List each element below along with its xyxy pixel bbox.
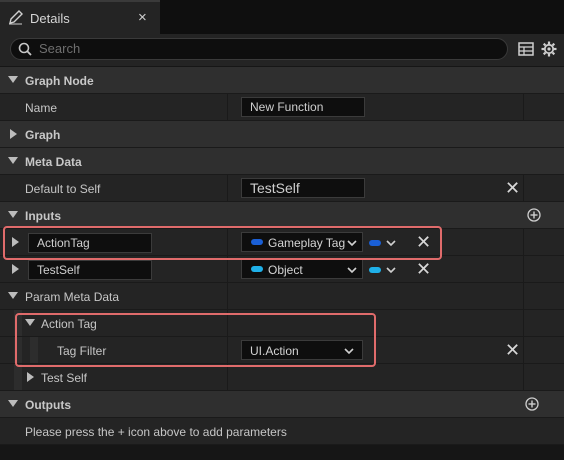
column-splitter[interactable] <box>227 94 228 120</box>
highlight-action-tag-meta <box>15 313 376 367</box>
category-inputs[interactable]: Inputs <box>0 202 564 229</box>
expand-arrow-icon <box>12 264 19 274</box>
column-splitter[interactable] <box>227 364 228 390</box>
category-graph[interactable]: Graph <box>0 121 564 148</box>
clear-icon[interactable]: ✕ <box>505 179 520 197</box>
tab-title: Details <box>30 11 70 26</box>
category-label: Meta Data <box>25 155 82 169</box>
name-field[interactable]: New Function <box>241 97 365 117</box>
chevron-down-icon[interactable] <box>386 265 396 275</box>
tab-close-icon[interactable]: × <box>138 9 147 26</box>
table-icon[interactable] <box>517 40 535 58</box>
pencil-icon <box>9 10 23 25</box>
indent-bar <box>14 364 22 390</box>
search-input[interactable]: Search <box>10 38 508 60</box>
row-name: Name New Function <box>0 94 564 121</box>
add-output-icon[interactable] <box>525 397 539 411</box>
type-pin-icon <box>251 266 263 272</box>
category-label: Graph Node <box>25 74 94 88</box>
name-label: Name <box>25 101 58 115</box>
param-type-label: Object <box>268 263 303 277</box>
category-outputs[interactable]: Outputs <box>0 391 564 418</box>
column-splitter-right <box>523 229 524 255</box>
column-splitter-right <box>523 283 524 309</box>
column-splitter-right <box>523 94 524 120</box>
collapse-arrow-icon <box>8 400 18 407</box>
highlight-action-tag-input <box>3 226 442 260</box>
input-param-row: TestSelf Object ✕ <box>0 256 564 283</box>
group-label: Test Self <box>41 371 88 385</box>
details-tab[interactable]: Details × <box>0 0 160 34</box>
clear-icon[interactable]: ✕ <box>505 341 520 359</box>
column-splitter-right <box>523 256 524 282</box>
column-splitter-right <box>523 310 524 336</box>
column-splitter-right <box>523 337 524 363</box>
expand-arrow-icon <box>10 129 17 139</box>
test-self-group[interactable]: Test Self <box>0 364 564 391</box>
column-splitter-right <box>523 364 524 390</box>
category-label: Outputs <box>25 398 71 412</box>
remove-param-icon[interactable]: ✕ <box>416 260 431 278</box>
column-splitter[interactable] <box>227 175 228 201</box>
category-label: Inputs <box>25 209 61 223</box>
chevron-down-icon <box>347 267 357 274</box>
panel-bottom <box>0 445 564 460</box>
category-graph-node[interactable]: Graph Node <box>0 67 564 94</box>
expand-arrow-icon <box>27 372 34 382</box>
collapse-arrow-icon <box>8 211 18 218</box>
container-type-icon[interactable] <box>369 267 381 273</box>
search-placeholder: Search <box>39 41 81 56</box>
row-default-to-self: Default to Self TestSelf ✕ <box>0 175 564 202</box>
category-label: Graph <box>25 128 61 142</box>
column-splitter-right <box>523 175 524 201</box>
gear-icon[interactable] <box>540 40 558 58</box>
search-icon <box>18 42 32 56</box>
param-name-field[interactable]: TestSelf <box>28 260 152 280</box>
category-meta-data[interactable]: Meta Data <box>0 148 564 175</box>
outputs-hint-row: Please press the + icon above to add par… <box>0 418 564 445</box>
collapse-arrow-icon <box>8 157 18 164</box>
subcategory-param-meta-data[interactable]: Param Meta Data <box>0 283 564 310</box>
outputs-hint: Please press the + icon above to add par… <box>25 425 287 439</box>
collapse-arrow-icon <box>8 292 18 299</box>
subcategory-label: Param Meta Data <box>25 290 120 304</box>
default-to-self-field[interactable]: TestSelf <box>241 178 365 198</box>
column-splitter[interactable] <box>227 283 228 309</box>
collapse-arrow-icon <box>8 76 18 83</box>
param-type-combo[interactable]: Object <box>241 259 363 279</box>
add-input-icon[interactable] <box>527 208 541 222</box>
default-to-self-label: Default to Self <box>25 182 101 196</box>
